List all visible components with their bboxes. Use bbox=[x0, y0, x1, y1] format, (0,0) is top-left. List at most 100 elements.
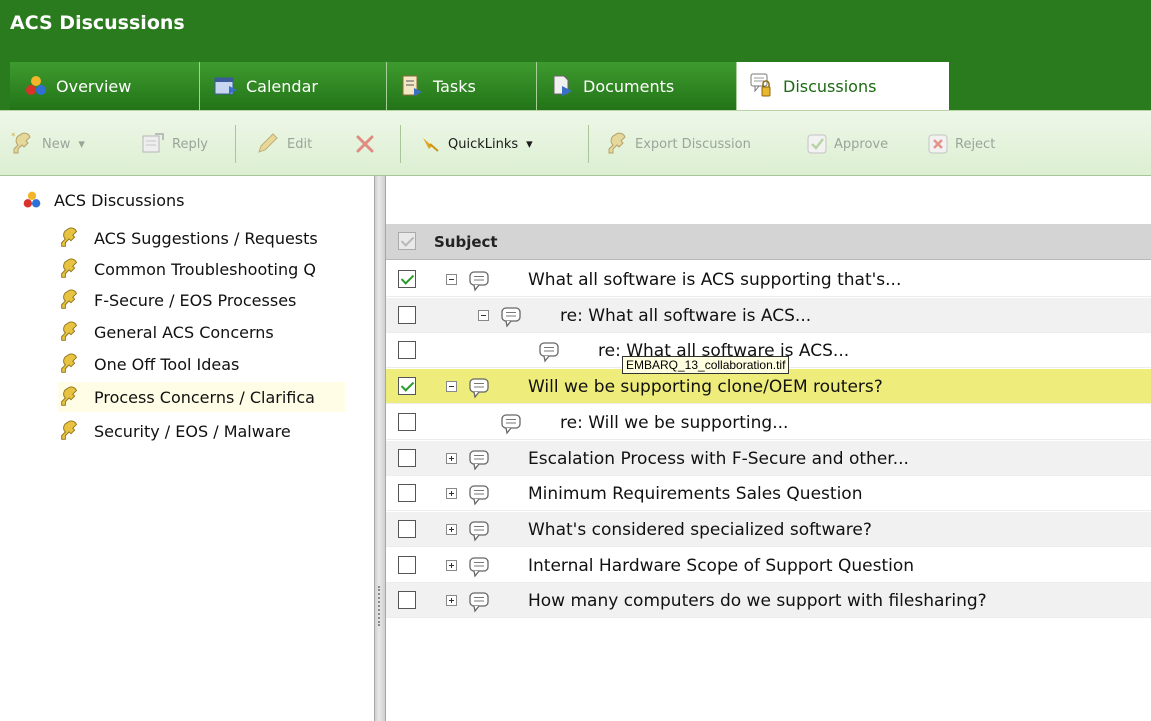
row-subject[interactable]: re: Will we be supporting... bbox=[560, 413, 788, 433]
tree-item-security[interactable]: Security / EOS / Malware bbox=[58, 416, 291, 446]
collapse-icon[interactable] bbox=[446, 381, 457, 392]
chevron-down-icon: ▾ bbox=[526, 136, 533, 152]
discussions-root-icon bbox=[22, 190, 42, 210]
row-subject[interactable]: How many computers do we support with fi… bbox=[528, 591, 987, 611]
reject-label: Reject bbox=[955, 136, 996, 152]
approve-button[interactable]: Approve bbox=[806, 111, 888, 177]
new-label: New bbox=[42, 136, 71, 152]
row-checkbox[interactable] bbox=[398, 341, 416, 359]
documents-icon bbox=[549, 73, 577, 99]
approve-icon bbox=[806, 133, 828, 155]
export-icon bbox=[603, 131, 629, 157]
collapse-icon[interactable] bbox=[446, 274, 457, 285]
row-checkbox[interactable] bbox=[398, 413, 416, 431]
message-icon bbox=[468, 377, 492, 403]
forum-icon bbox=[58, 419, 82, 443]
message-icon bbox=[468, 520, 492, 546]
expand-icon[interactable] bbox=[446, 488, 457, 499]
row-subject[interactable]: Minimum Requirements Sales Question bbox=[528, 484, 862, 504]
tree-item-label: Security / EOS / Malware bbox=[94, 421, 291, 441]
tab-overview[interactable]: Overview bbox=[10, 62, 200, 110]
collapse-icon[interactable] bbox=[478, 310, 489, 321]
tab-label: Overview bbox=[56, 76, 132, 96]
row-checkbox[interactable] bbox=[398, 591, 416, 609]
new-icon: * bbox=[10, 131, 36, 157]
tab-label: Discussions bbox=[783, 76, 877, 96]
tree-item-process-concerns[interactable]: Process Concerns / Clarifica bbox=[58, 382, 345, 412]
expand-icon[interactable] bbox=[446, 524, 457, 535]
edit-button[interactable]: Edit bbox=[255, 111, 312, 177]
export-label: Export Discussion bbox=[635, 136, 751, 152]
table-row[interactable]: re: Will we be supporting... bbox=[386, 405, 1151, 440]
row-subject[interactable]: What all software is ACS supporting that… bbox=[528, 270, 901, 290]
tree-item-general-acs[interactable]: General ACS Concerns bbox=[58, 317, 274, 347]
row-checkbox[interactable] bbox=[398, 520, 416, 538]
expand-icon[interactable] bbox=[446, 595, 457, 606]
toolbar-separator bbox=[235, 125, 236, 163]
forum-icon bbox=[58, 352, 82, 376]
new-button[interactable]: * New ▾ bbox=[10, 111, 85, 177]
reply-label: Reply bbox=[172, 136, 209, 152]
row-checkbox[interactable] bbox=[398, 484, 416, 502]
row-checkbox[interactable] bbox=[398, 556, 416, 574]
forum-icon bbox=[58, 257, 82, 281]
row-checkbox[interactable] bbox=[398, 270, 416, 288]
svg-text:*: * bbox=[11, 132, 16, 142]
tab-discussions[interactable]: Discussions bbox=[737, 62, 949, 110]
approve-label: Approve bbox=[834, 136, 889, 152]
reply-button[interactable]: Reply bbox=[140, 111, 208, 177]
tab-bar: Overview Calendar Tasks Documents Discus… bbox=[10, 62, 949, 110]
row-subject[interactable]: What's considered specialized software? bbox=[528, 520, 872, 540]
quicklinks-button[interactable]: QuickLinks ▾ bbox=[420, 111, 533, 177]
export-discussion-button[interactable]: Export Discussion bbox=[603, 111, 751, 177]
quicklinks-icon bbox=[420, 134, 442, 154]
table-row[interactable]: What all software is ACS supporting that… bbox=[386, 262, 1151, 297]
tab-documents[interactable]: Documents bbox=[537, 62, 737, 110]
expand-icon[interactable] bbox=[446, 453, 457, 464]
message-icon bbox=[500, 306, 524, 332]
row-checkbox[interactable] bbox=[398, 449, 416, 467]
tree-item-one-off-tool[interactable]: One Off Tool Ideas bbox=[58, 349, 239, 379]
quicklinks-label: QuickLinks bbox=[448, 136, 519, 152]
forum-icon bbox=[58, 385, 82, 409]
row-checkbox[interactable] bbox=[398, 377, 416, 395]
tree-item-acs-suggestions[interactable]: ACS Suggestions / Requests bbox=[58, 223, 318, 253]
table-row[interactable]: re: What all software is ACS... bbox=[386, 298, 1151, 333]
message-icon bbox=[538, 341, 562, 367]
forum-icon bbox=[58, 226, 82, 250]
tab-calendar[interactable]: Calendar bbox=[200, 62, 387, 110]
grid-header: Subject bbox=[386, 224, 1151, 260]
splitter-grip[interactable] bbox=[378, 586, 382, 626]
row-subject[interactable]: Escalation Process with F-Secure and oth… bbox=[528, 449, 909, 469]
row-subject[interactable]: Will we be supporting clone/OEM routers? bbox=[528, 377, 883, 397]
pane-splitter[interactable] bbox=[374, 176, 386, 721]
pencil-icon bbox=[255, 132, 281, 156]
table-row[interactable]: Escalation Process with F-Secure and oth… bbox=[386, 441, 1151, 476]
expand-icon[interactable] bbox=[446, 560, 457, 571]
message-icon bbox=[500, 413, 524, 439]
reject-button[interactable]: Reject bbox=[927, 111, 995, 177]
table-row[interactable]: What's considered specialized software? bbox=[386, 512, 1151, 547]
table-row[interactable]: How many computers do we support with fi… bbox=[386, 583, 1151, 618]
tree-item-label: Process Concerns / Clarifica bbox=[94, 387, 315, 407]
chevron-down-icon: ▾ bbox=[78, 136, 85, 152]
message-icon bbox=[468, 591, 492, 617]
tab-tasks[interactable]: Tasks bbox=[387, 62, 537, 110]
message-icon bbox=[468, 556, 492, 582]
tree-root[interactable]: ACS Discussions bbox=[22, 190, 185, 210]
row-checkbox[interactable] bbox=[398, 306, 416, 324]
message-icon bbox=[468, 270, 492, 296]
tree-item-f-secure[interactable]: F-Secure / EOS Processes bbox=[58, 285, 296, 315]
table-row[interactable]: Internal Hardware Scope of Support Quest… bbox=[386, 548, 1151, 583]
delete-button[interactable] bbox=[355, 111, 381, 177]
table-row[interactable]: Minimum Requirements Sales Question bbox=[386, 476, 1151, 511]
select-all-checkbox[interactable] bbox=[398, 232, 416, 250]
tree-item-common-troubleshooting[interactable]: Common Troubleshooting Q bbox=[58, 254, 316, 284]
row-subject[interactable]: re: What all software is ACS... bbox=[560, 306, 811, 326]
row-subject[interactable]: Internal Hardware Scope of Support Quest… bbox=[528, 556, 914, 576]
toolbar-separator bbox=[588, 125, 589, 163]
message-icon bbox=[468, 449, 492, 475]
message-icon bbox=[468, 484, 492, 510]
column-header-subject[interactable]: Subject bbox=[434, 233, 498, 251]
table-row[interactable]: Will we be supporting clone/OEM routers? bbox=[386, 369, 1151, 404]
